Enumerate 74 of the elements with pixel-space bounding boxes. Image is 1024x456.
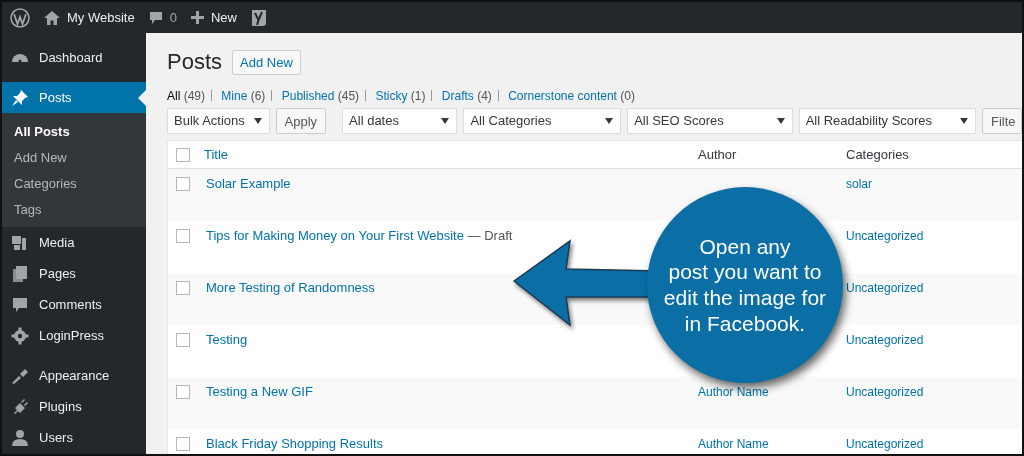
column-header: Author [698, 147, 738, 162]
comment-bubble-icon[interactable] [148, 10, 163, 25]
submenu-item[interactable]: Add New [2, 145, 146, 171]
author-link[interactable]: Author Name [698, 385, 769, 399]
filter-link[interactable]: Sticky (1) [375, 89, 426, 103]
post-title-link[interactable]: Testing [206, 332, 248, 347]
sidebar-item[interactable]: Dashboard [2, 42, 146, 73]
caret-icon [960, 118, 968, 124]
sidebar-item[interactable]: Comments [2, 289, 146, 320]
category-link[interactable]: Uncategorized [846, 385, 924, 399]
sidebar-item[interactable]: Posts [2, 82, 146, 113]
post-state: — Draft [467, 228, 513, 243]
row-checkbox[interactable] [176, 229, 190, 243]
filter-select[interactable]: All dates [342, 108, 458, 134]
row-checkbox[interactable] [176, 177, 190, 191]
caret-icon [441, 118, 450, 124]
author-link[interactable]: Author Name [698, 437, 769, 451]
post-title-link[interactable]: Solar Example [206, 176, 291, 191]
category-link[interactable]: Uncategorized [846, 437, 924, 451]
comment-count[interactable]: 0 [169, 10, 177, 25]
filter-select[interactable]: All Categories [463, 108, 622, 134]
filter-select[interactable]: All SEO Scores [627, 108, 793, 134]
category-link[interactable]: Uncategorized [846, 229, 924, 243]
row-checkbox[interactable] [176, 333, 190, 347]
gear-icon [11, 326, 29, 345]
sidebar-item[interactable]: Plugins [2, 391, 146, 422]
sidebar-item[interactable]: Pages [2, 258, 146, 289]
submenu-item[interactable]: Categories [2, 171, 146, 197]
plus-icon[interactable] [190, 11, 204, 24]
add-new-button[interactable]: Add New [232, 49, 301, 75]
row-checkbox[interactable] [176, 437, 190, 451]
category-link[interactable]: Uncategorized [846, 281, 924, 295]
caret-icon [605, 118, 614, 124]
filter-button[interactable]: Filte [982, 108, 1022, 134]
sidebar-item[interactable]: LoginPress [2, 320, 146, 351]
seo-plugin-icon[interactable] [250, 8, 267, 27]
sidebar-item[interactable]: Users [2, 422, 146, 453]
pages-icon [11, 264, 29, 283]
column-header[interactable]: Title [204, 147, 698, 162]
category-link[interactable]: Uncategorized [846, 333, 924, 347]
pushpin-icon [11, 88, 29, 107]
filter-link[interactable]: Cornerstone content (0) [508, 89, 635, 103]
user-icon [11, 428, 29, 447]
category-link[interactable]: solar [846, 177, 872, 191]
new-menu-link[interactable]: New [210, 10, 237, 25]
filter-link[interactable]: Published (45) [281, 89, 360, 103]
sidebar-item[interactable]: Media [2, 227, 146, 258]
row-checkbox[interactable] [176, 385, 190, 399]
caret-icon [776, 118, 785, 124]
filter-link[interactable]: Mine (6) [221, 89, 266, 103]
callout-text: Open any post you want to edit the image for in Facebook. [663, 233, 827, 337]
post-title-link[interactable]: More Testing of Randomness [206, 280, 375, 295]
filter-link[interactable]: Drafts (4) [441, 89, 492, 103]
home-icon[interactable] [44, 10, 60, 25]
bulk-actions-select[interactable]: Bulk Actions [167, 108, 270, 134]
submenu-item[interactable]: All Posts [2, 119, 146, 145]
apply-button[interactable]: Apply [275, 108, 327, 134]
caret-icon [253, 118, 262, 124]
post-title-link[interactable]: Tips for Making Money on Your First Website [206, 228, 464, 243]
column-header: Categories [846, 147, 909, 162]
select-all-checkbox[interactable] [176, 147, 190, 162]
filter-link[interactable]: All (49) [167, 89, 205, 103]
row-checkbox[interactable] [176, 281, 190, 295]
media-icon [11, 233, 29, 252]
submenu-item[interactable]: Tags [2, 197, 146, 223]
site-name-link[interactable]: My Website [67, 10, 135, 25]
sidebar-item[interactable]: Appearance [2, 360, 146, 391]
page-title: Posts [167, 49, 223, 75]
post-title-link[interactable]: Testing a New GIF [206, 384, 313, 399]
wordpress-logo-icon[interactable] [10, 7, 30, 28]
paintbrush-icon [11, 366, 29, 385]
filter-select[interactable]: All Readability Scores [798, 108, 976, 134]
post-title-link[interactable]: Black Friday Shopping Results [206, 436, 384, 451]
comment-bubble-icon [11, 295, 29, 314]
